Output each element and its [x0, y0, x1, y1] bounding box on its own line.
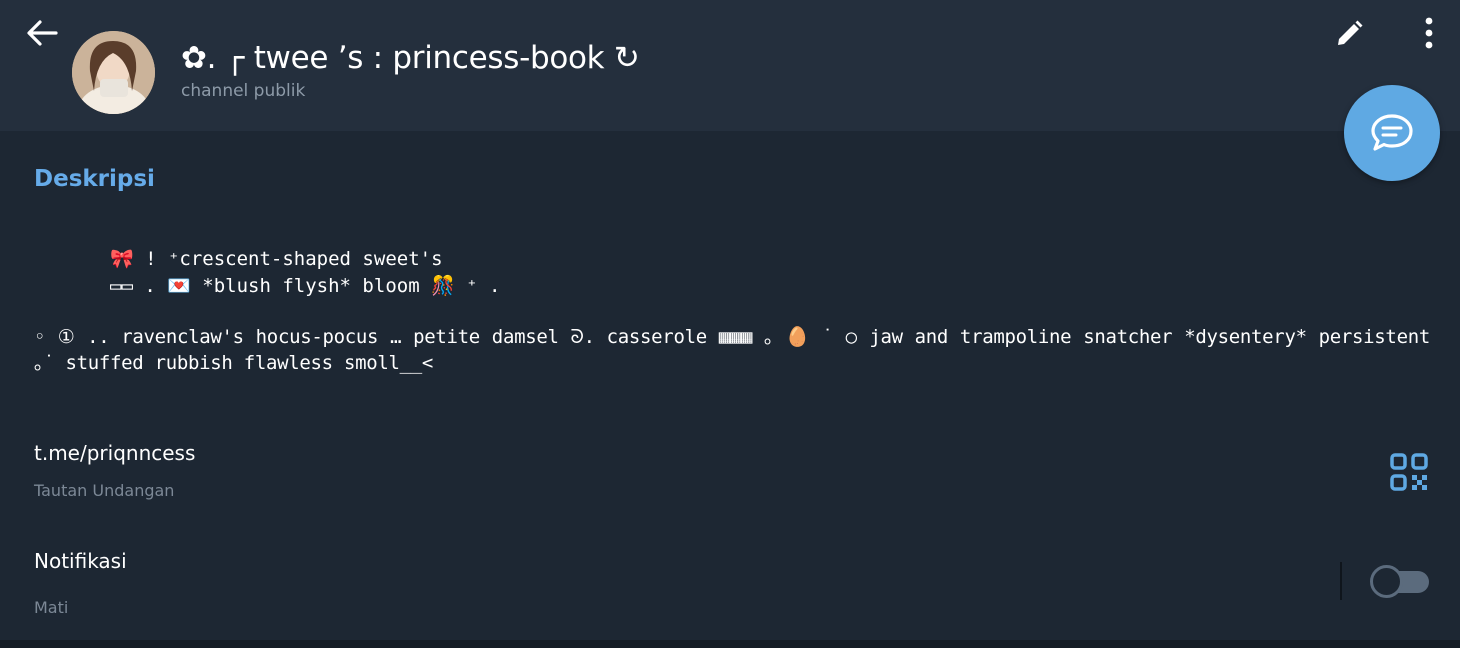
- invite-link-label: Tautan Undangan: [34, 481, 175, 500]
- more-options-button[interactable]: [1413, 14, 1445, 52]
- notifications-state: Mati: [34, 598, 69, 617]
- notifications-label: Notifikasi: [34, 549, 127, 573]
- pencil-icon: [1338, 20, 1363, 45]
- top-app-bar: ✿. ┌ twee ’s : princess-book ↻ channel p…: [0, 0, 1460, 131]
- description-paragraph: ◦ ① .. ravenclaw's hocus-pocus … petite …: [34, 326, 1430, 374]
- description-line-2: ▭▭ . 💌 *blush flysh* bloom 🎊 ⁺ .: [110, 275, 501, 297]
- vertical-divider: [1340, 562, 1342, 600]
- back-arrow-icon: [27, 20, 58, 46]
- channel-avatar[interactable]: [72, 31, 155, 114]
- toggle-knob: [1370, 565, 1403, 598]
- invite-link[interactable]: t.me/priqnncess: [34, 441, 195, 465]
- description-line-1: 🎀 ! ⁺crescent-shaped sweet's: [110, 248, 443, 270]
- chat-bubble-icon: [1371, 114, 1413, 151]
- avatar-image: [72, 31, 155, 114]
- bottom-separator: [0, 640, 1460, 648]
- discussion-fab-button[interactable]: [1344, 85, 1440, 181]
- description-heading: Deskripsi: [34, 166, 155, 192]
- back-button[interactable]: [22, 16, 62, 50]
- channel-type-label: channel publik: [181, 81, 306, 101]
- edit-button[interactable]: [1330, 16, 1368, 52]
- qr-code-icon: [1390, 453, 1428, 491]
- qr-code-button[interactable]: [1389, 452, 1429, 492]
- more-vertical-icon: [1425, 17, 1433, 49]
- channel-title: ✿. ┌ twee ’s : princess-book ↻: [181, 40, 640, 76]
- notifications-toggle[interactable]: [1370, 565, 1430, 599]
